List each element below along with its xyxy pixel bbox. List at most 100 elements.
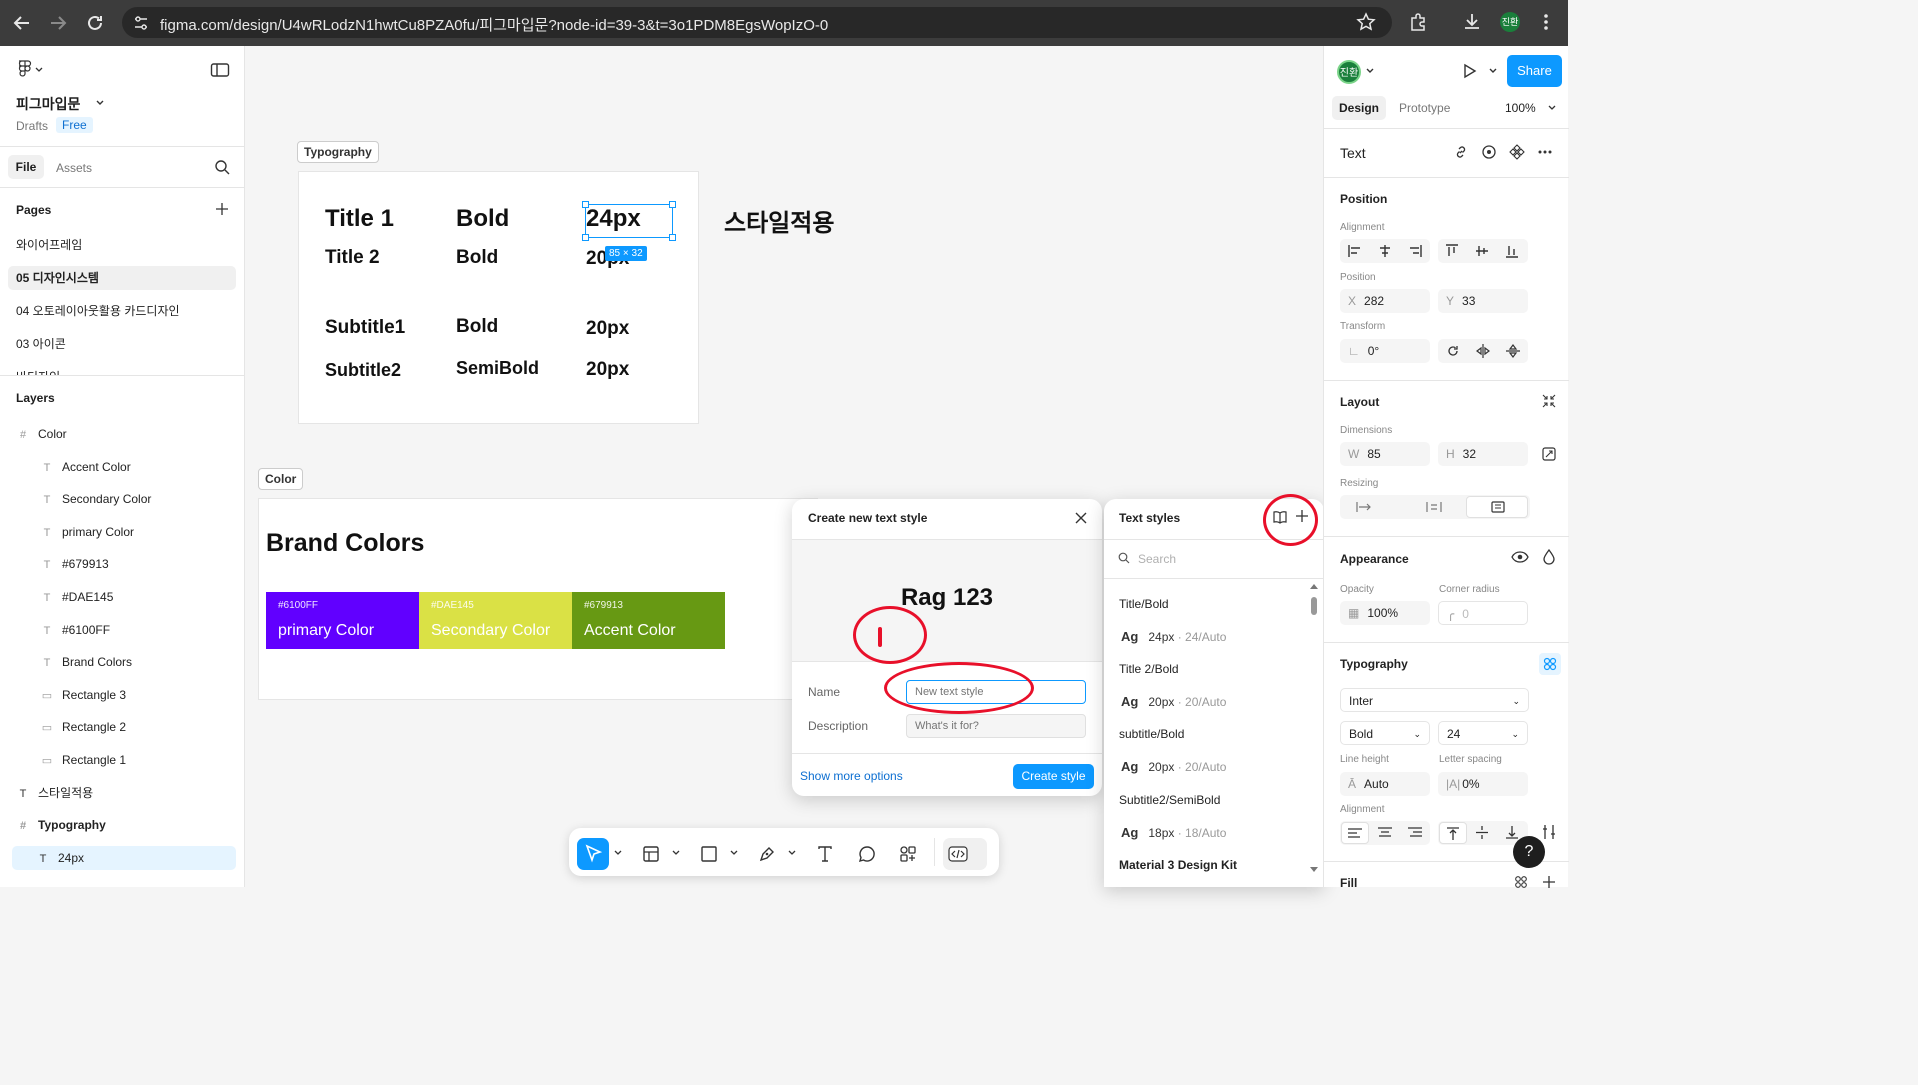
chevron-down-icon[interactable] xyxy=(1364,64,1376,76)
chevron-down-icon[interactable] xyxy=(729,849,739,857)
selection-box[interactable] xyxy=(582,201,676,241)
type-settings-icon[interactable] xyxy=(1542,824,1556,840)
text-align-right-icon[interactable] xyxy=(1408,827,1422,838)
color-swatch-secondary[interactable]: #DAE145 Secondary Color xyxy=(419,592,572,649)
scrollbar[interactable] xyxy=(1310,583,1318,873)
color-swatch-primary[interactable]: #6100FF primary Color xyxy=(266,592,419,649)
zoom-level[interactable]: 100% xyxy=(1505,101,1536,115)
type-name[interactable]: Subtitle2 xyxy=(325,360,401,381)
chevron-down-icon[interactable] xyxy=(787,849,797,857)
layer-row[interactable]: Tprimary Color xyxy=(16,520,236,544)
library-name[interactable]: Material 3 Design Kit xyxy=(1119,858,1237,872)
close-icon[interactable] xyxy=(1074,511,1088,525)
toggle-sidebar-icon[interactable] xyxy=(210,62,230,78)
text-align-left-button[interactable] xyxy=(1341,822,1369,844)
frame-label-color[interactable]: Color xyxy=(258,468,304,490)
layer-row-selected[interactable]: T 24px xyxy=(12,845,236,870)
layer-row[interactable]: # Color xyxy=(16,422,236,446)
create-style-button[interactable]: Create style xyxy=(1013,764,1094,789)
layer-row[interactable]: T Secondary Color xyxy=(16,487,236,511)
type-weight[interactable]: Bold xyxy=(456,247,498,269)
tab-file[interactable]: File xyxy=(8,155,44,179)
page-item-clipped[interactable]: 바디자인 xyxy=(8,365,236,375)
type-name[interactable]: Subtitle1 xyxy=(325,317,405,339)
align-center-icon[interactable] xyxy=(1378,245,1392,257)
resize-handle[interactable] xyxy=(669,234,676,241)
align-left-icon[interactable] xyxy=(1348,245,1362,257)
browser-profile-avatar[interactable]: 진환 xyxy=(1500,12,1520,32)
layer-row[interactable]: T Brand Colors xyxy=(16,650,236,674)
chevron-down-icon[interactable] xyxy=(613,849,623,857)
brand-colors-title[interactable]: Brand Colors xyxy=(266,529,424,558)
width-field[interactable]: W 85 xyxy=(1340,442,1430,466)
style-apply-text[interactable]: 스타일적용 xyxy=(724,203,834,238)
align-middle-icon[interactable] xyxy=(1476,244,1488,258)
pen-tool-button[interactable] xyxy=(751,838,783,870)
actions-tool-button[interactable] xyxy=(892,838,924,870)
plan-badge[interactable]: Free xyxy=(56,117,93,133)
move-tool-button[interactable] xyxy=(577,838,609,870)
line-height-field[interactable]: Ā Auto xyxy=(1340,772,1430,796)
resize-handle[interactable] xyxy=(669,201,676,208)
text-align-bottom-icon[interactable] xyxy=(1506,826,1518,839)
visibility-eye-icon[interactable] xyxy=(1511,550,1529,564)
layer-row[interactable]: T #6100FF xyxy=(16,618,236,642)
dev-mode-toggle[interactable] xyxy=(943,838,987,870)
resize-handle[interactable] xyxy=(582,234,589,241)
chevron-down-icon[interactable] xyxy=(1487,64,1499,76)
extensions-icon[interactable] xyxy=(1408,12,1428,32)
bookmark-star-icon[interactable] xyxy=(1356,12,1376,32)
more-options-icon[interactable] xyxy=(1537,144,1553,160)
layer-row[interactable]: # Typography xyxy=(16,813,236,837)
type-weight[interactable]: SemiBold xyxy=(456,358,539,379)
opacity-field[interactable]: ▦ 100% xyxy=(1340,601,1430,625)
style-icon[interactable] xyxy=(1481,144,1497,160)
chevron-down-icon[interactable] xyxy=(671,849,681,857)
flip-horizontal-icon[interactable] xyxy=(1476,344,1490,358)
corner-radius-field[interactable]: ╭ 0 xyxy=(1438,601,1528,625)
frame-label-typography[interactable]: Typography xyxy=(297,141,379,163)
align-top-icon[interactable] xyxy=(1446,244,1458,258)
page-item[interactable]: 04 오토레이아웃활용 카드디자인 xyxy=(8,299,236,323)
text-align-top-button[interactable] xyxy=(1439,822,1467,844)
add-fill-icon[interactable] xyxy=(1542,875,1556,889)
chevron-down-icon[interactable] xyxy=(94,96,106,108)
search-icon[interactable] xyxy=(214,159,230,175)
blend-mode-icon[interactable] xyxy=(1542,549,1556,565)
frame-tool-button[interactable] xyxy=(635,838,667,870)
layer-row[interactable]: T 스타일적용 xyxy=(16,781,236,805)
layer-row[interactable]: T #DAE145 xyxy=(16,585,236,609)
chevron-down-icon[interactable] xyxy=(1547,102,1557,112)
figma-logo-icon[interactable] xyxy=(16,60,44,78)
page-item-selected[interactable]: 05 디자인시스템 xyxy=(8,266,236,290)
fixed-size-option[interactable] xyxy=(1466,496,1528,518)
forward-icon[interactable] xyxy=(47,12,69,34)
user-avatar[interactable]: 진환 xyxy=(1337,60,1361,84)
auto-height-icon[interactable] xyxy=(1426,501,1442,513)
type-size[interactable]: 20px xyxy=(586,359,629,381)
show-more-options-link[interactable]: Show more options xyxy=(800,769,903,783)
browser-menu-icon[interactable] xyxy=(1536,12,1556,32)
layer-row[interactable]: ▭ Rectangle 2 xyxy=(16,715,236,739)
layer-row[interactable]: T Accent Color xyxy=(16,455,236,479)
y-position-field[interactable]: Y 33 xyxy=(1438,289,1528,313)
layer-row[interactable]: T #679913 xyxy=(16,552,236,576)
text-style-item[interactable]: Ag 24px · 24/Auto xyxy=(1121,629,1226,644)
text-style-item[interactable]: Ag 20px · 20/Auto xyxy=(1121,694,1226,709)
font-weight-select[interactable]: Bold ⌄ xyxy=(1340,721,1430,745)
comment-tool-button[interactable] xyxy=(851,838,883,870)
file-name[interactable]: 피그마입문 xyxy=(16,94,80,114)
address-bar[interactable]: figma.com/design/U4wRLodzN1hwtCu8PZA0fu/… xyxy=(122,7,1392,38)
height-field[interactable]: H 32 xyxy=(1438,442,1528,466)
color-swatch-accent[interactable]: #679913 Accent Color xyxy=(572,592,725,649)
type-name[interactable]: Title 1 xyxy=(325,205,394,233)
font-family-select[interactable]: Inter ⌄ xyxy=(1340,688,1529,712)
color-frame[interactable]: Brand Colors #6100FF primary Color #DAE1… xyxy=(258,498,818,700)
style-description-input[interactable] xyxy=(906,714,1086,738)
auto-width-icon[interactable] xyxy=(1356,501,1372,513)
site-settings-icon[interactable] xyxy=(132,14,150,32)
text-style-item[interactable]: Ag 20px · 20/Auto xyxy=(1121,759,1226,774)
tab-design[interactable]: Design xyxy=(1332,96,1386,120)
drafts-label[interactable]: Drafts xyxy=(16,119,48,133)
add-page-icon[interactable] xyxy=(215,202,229,216)
